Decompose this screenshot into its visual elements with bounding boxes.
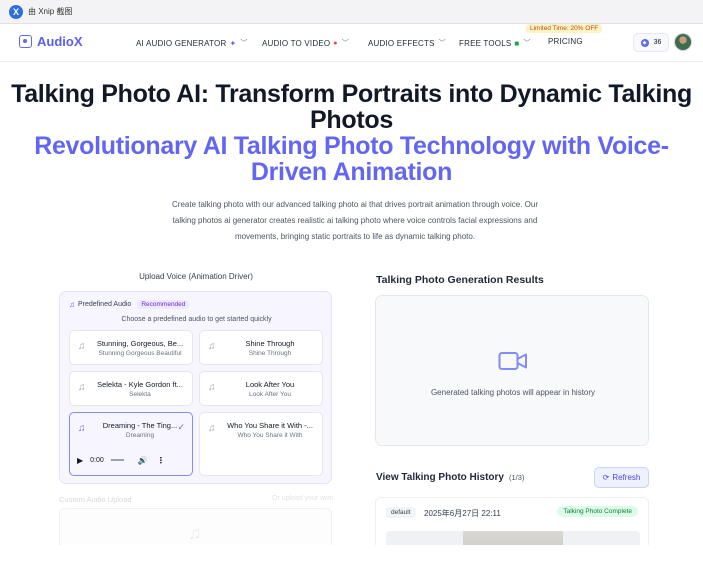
music-note-icon: ♫ [188, 523, 202, 543]
audio-track-card[interactable]: ♫ Stunning, Gorgeous, Be... Stunning Gor… [69, 330, 193, 365]
history-title-text: View Talking Photo History [376, 472, 504, 483]
track-artist: Dreaming [125, 432, 155, 439]
track-title: Selekta - Kyle Gordon ft... [97, 380, 183, 389]
gift-icon: ■ [514, 38, 520, 48]
brand-logo[interactable]: AudioX [19, 34, 83, 49]
volume-icon[interactable]: 🔊 [138, 456, 148, 465]
results-title: Talking Photo Generation Results [376, 274, 544, 286]
top-navbar: AudioX AI AUDIO GENERATOR ✦ ﹀ AUDIO TO V… [0, 24, 703, 62]
chevron-down-icon: ﹀ [240, 40, 248, 47]
upload-voice-title: Upload Voice (Animation Driver) [139, 272, 253, 281]
results-empty-text: Generated talking photos will appear in … [430, 388, 596, 397]
sparkle-icon: ✦ [229, 38, 237, 48]
track-title: Stunning, Gorgeous, Be... [96, 339, 184, 348]
nav-audio-to-video[interactable]: AUDIO TO VIDEO ● ﹀ [262, 38, 349, 48]
refresh-label: Refresh [612, 473, 641, 482]
recommended-badge: Recommended [137, 300, 190, 309]
audio-track-card[interactable]: ♫ Shine Through Shine Through [199, 330, 323, 365]
track-artist: Who You Share it With [237, 432, 303, 439]
video-camera-icon [498, 352, 527, 370]
status-badge: Talking Photo Complete [557, 506, 638, 517]
check-icon: ✓ [177, 422, 185, 432]
audio-player: ▶ 0:00 🔊 ⋮ [77, 451, 187, 469]
xnip-logo-icon: X [9, 4, 23, 19]
page-bottom-edge [0, 545, 703, 563]
more-options-icon[interactable]: ⋮ [157, 456, 165, 465]
page-subtitle: Revolutionary AI Talking Photo Technolog… [34, 132, 669, 186]
track-title: Who You Share it With -... [227, 421, 313, 430]
music-note-icon: ♫ [208, 423, 216, 434]
music-note-icon: ♫ [69, 300, 75, 309]
track-title: Look After You [245, 380, 295, 389]
capture-toolbar: X 由 Xnip 截图 [0, 0, 703, 24]
music-note-icon: ♫ [78, 341, 86, 352]
audio-track-card[interactable]: ♫ Selekta - Kyle Gordon ft... Selekta [69, 371, 193, 406]
nav-audio-effects[interactable]: AUDIO EFFECTS ﹀ [368, 38, 446, 48]
coin-icon: ◆ [640, 38, 649, 47]
music-note-icon: ♫ [78, 382, 86, 393]
history-date: 2025年6月27日 22:11 [424, 509, 501, 518]
nav-label: AI AUDIO GENERATOR [136, 38, 227, 48]
predefined-audio-header: ♫ Predefined Audio Recommended [69, 300, 190, 309]
history-count: (1/3) [508, 473, 525, 482]
audio-track-card-selected[interactable]: ♫ Dreaming - The Ting... Dreaming ✓ ▶ 0:… [69, 412, 193, 476]
page-title: Talking Photo AI: Transform Portraits in… [11, 80, 692, 134]
chevron-down-icon: ﹀ [341, 40, 349, 47]
refresh-button[interactable]: ⟳ Refresh [594, 467, 649, 488]
results-panel: Generated talking photos will appear in … [375, 295, 649, 446]
page-description: Create talking photo with our advanced t… [172, 200, 538, 241]
nav-label: AUDIO EFFECTS [368, 38, 435, 48]
track-artist: Shine Through [248, 350, 292, 357]
track-artist: Stunning Gorgeous Beautiful [98, 350, 182, 357]
predefined-audio-panel: ♫ Predefined Audio Recommended Choose a … [59, 291, 332, 484]
nav-label: AUDIO TO VIDEO [262, 38, 331, 48]
predefined-audio-hint: Choose a predefined audio to get started… [121, 316, 272, 323]
audio-track-card[interactable]: ♫ Who You Share it With -... Who You Sha… [199, 412, 323, 476]
music-note-icon: ♫ [78, 423, 86, 434]
nav-label: PRICING [548, 37, 583, 46]
refresh-icon: ⟳ [602, 473, 610, 482]
track-artist: Selekta [129, 391, 151, 398]
credits-counter[interactable]: ◆ 36 [633, 33, 669, 52]
custom-upload-hint: Or upload your own [272, 495, 334, 502]
audio-track-card[interactable]: ♫ Look After You Look After You [199, 371, 323, 406]
nav-ai-audio-generator[interactable]: AI AUDIO GENERATOR ✦ ﹀ [136, 38, 248, 48]
promo-badge: Limited Time: 20% OFF [526, 24, 603, 33]
audiox-logo-icon [19, 35, 32, 48]
play-icon[interactable]: ▶ [77, 456, 83, 465]
music-note-icon: ♫ [208, 341, 216, 352]
brand-name: AudioX [37, 34, 83, 49]
player-progress-bar[interactable] [110, 459, 124, 461]
custom-upload-label: Custom Audio Upload [59, 495, 132, 504]
chevron-down-icon: ﹀ [523, 40, 531, 47]
custom-upload-dropzone[interactable]: ♫ [59, 508, 332, 548]
nav-pricing[interactable]: PRICING [548, 37, 583, 46]
music-note-icon: ♫ [208, 382, 216, 393]
track-title: Dreaming - The Ting... [102, 421, 178, 430]
track-artist: Look After You [249, 391, 291, 398]
player-time: 0:00 [90, 456, 104, 464]
user-avatar[interactable] [674, 33, 692, 51]
track-title: Shine Through [245, 339, 295, 348]
nav-free-tools[interactable]: FREE TOOLS ■ ﹀ [459, 38, 531, 48]
history-tag: default [386, 507, 416, 518]
predefined-audio-label: Predefined Audio [78, 301, 132, 308]
credits-value: 36 [653, 39, 662, 46]
fire-icon: ● [333, 39, 338, 47]
capture-title: 由 Xnip 截图 [28, 7, 73, 16]
history-title: View Talking Photo History (1/3) [376, 472, 524, 483]
nav-label: FREE TOOLS [459, 38, 512, 48]
chevron-down-icon: ﹀ [438, 40, 446, 47]
